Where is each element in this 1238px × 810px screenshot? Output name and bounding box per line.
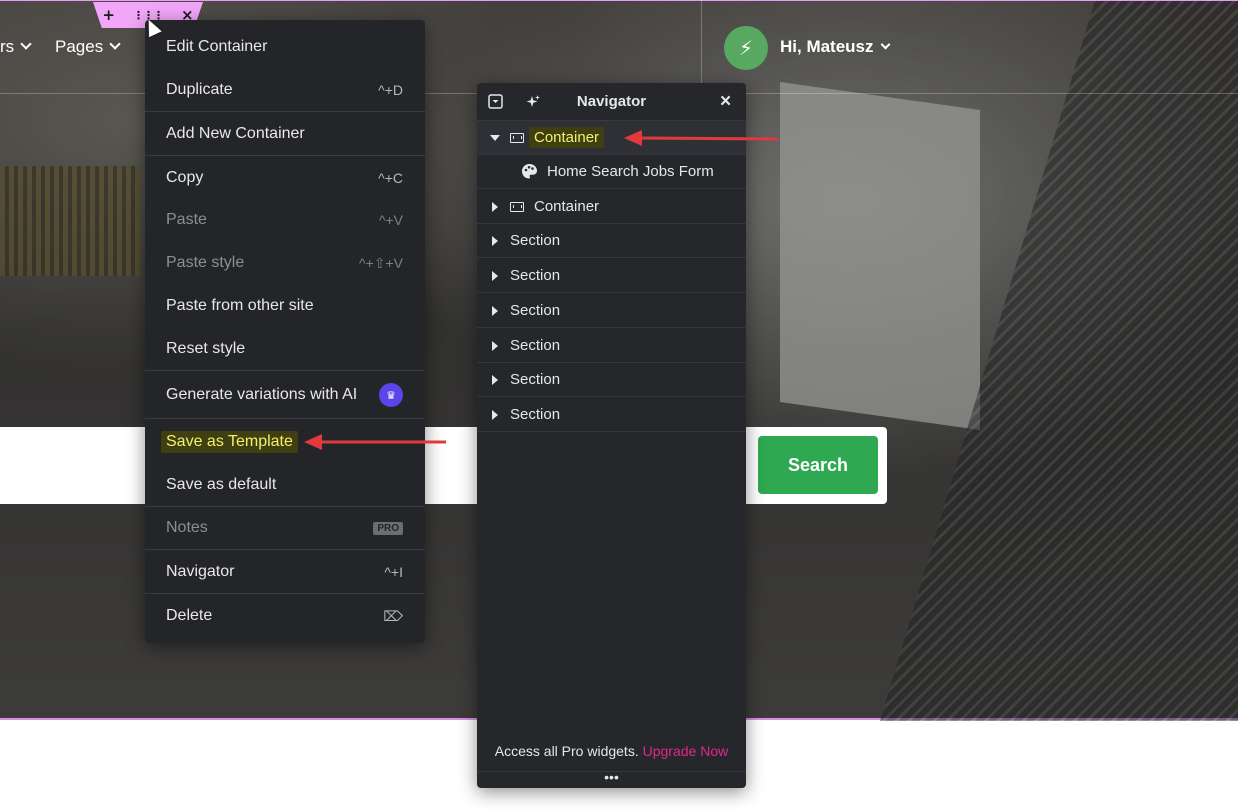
menu-separator: [145, 418, 425, 419]
menu-item-label: Paste from other site: [166, 297, 314, 314]
navigator-row-section[interactable]: Section: [477, 294, 746, 328]
menu-item-shortcut: ^+V: [378, 212, 403, 228]
navigator-row-label: Container: [529, 127, 605, 148]
navigator-row-section[interactable]: Section: [477, 329, 746, 363]
menu-item-duplicate[interactable]: Duplicate ^+D: [145, 79, 425, 101]
menu-item-generate-variations-ai[interactable]: Generate variations with AI ♛: [145, 382, 425, 408]
caret-right-icon[interactable]: [492, 201, 498, 212]
palette-icon: [522, 164, 537, 179]
menu-separator: [145, 370, 425, 371]
caret-right-icon[interactable]: [492, 374, 498, 385]
crown-glyph: ♛: [386, 389, 396, 402]
menu-item-copy[interactable]: Copy ^+C: [145, 167, 425, 189]
upgrade-link[interactable]: Upgrade Now: [643, 743, 729, 759]
navigator-row-label: Section: [510, 267, 561, 284]
user-greeting: Hi, Mateusz: [780, 37, 874, 56]
user-divider: [701, 0, 702, 93]
more-icon[interactable]: •••: [477, 770, 746, 788]
nav-item-pages[interactable]: Pages: [55, 37, 121, 57]
bolt-icon: ⚡: [738, 36, 754, 60]
navigator-row-section[interactable]: Section: [477, 398, 746, 432]
navigator-header: Navigator ×: [477, 83, 746, 121]
navigator-title: Navigator: [576, 93, 647, 110]
annotation-arrow: [304, 434, 446, 450]
menu-item-label: Delete: [166, 607, 213, 624]
menu-item-label: Navigator: [166, 563, 235, 580]
caret-right-icon[interactable]: [492, 409, 498, 420]
container-icon: [510, 132, 524, 143]
menu-item-label: Notes: [166, 519, 208, 536]
menu-item-label: Save as default: [166, 476, 277, 493]
navigator-panel: Navigator × Container Home Search Jobs F…: [477, 83, 746, 788]
annotation-arrow: [624, 130, 779, 146]
menu-item-label: Duplicate: [166, 81, 233, 98]
pro-badge: PRO: [373, 521, 403, 535]
delete-key-icon: ⌦: [383, 607, 403, 624]
crown-icon: ♛: [379, 383, 403, 407]
search-button-label: Search: [787, 454, 849, 475]
navigator-row-label: Section: [510, 232, 561, 249]
nav-item-partial-label: rs: [0, 37, 15, 56]
menu-item-label: Reset style: [166, 340, 246, 357]
caret-right-icon[interactable]: [492, 340, 498, 351]
navigator-row-label: Section: [510, 337, 561, 354]
nav-item-partial[interactable]: rs: [0, 37, 32, 57]
navigator-row-section[interactable]: Section: [477, 259, 746, 293]
menu-item-label: Generate variations with AI: [166, 386, 358, 403]
menu-item-label: Add New Container: [166, 125, 305, 142]
chevron-down-icon: [20, 38, 32, 50]
menu-item-shortcut: ^+⇧+V: [359, 254, 403, 271]
add-icon[interactable]: +: [102, 6, 115, 24]
navigator-row-section[interactable]: Section: [477, 363, 746, 397]
navigator-row-label: Container: [534, 198, 600, 215]
menu-separator: [145, 506, 425, 507]
menu-separator: [145, 549, 425, 550]
menu-item-label: Copy: [166, 169, 204, 186]
chevron-down-icon: [880, 39, 890, 50]
navigator-row-widget[interactable]: Home Search Jobs Form: [477, 155, 746, 189]
menu-item-paste-from-other-site[interactable]: Paste from other site: [145, 295, 425, 317]
menu-separator: [145, 155, 425, 156]
caret-right-icon[interactable]: [492, 305, 498, 316]
menu-item-save-as-default[interactable]: Save as default: [145, 474, 425, 496]
caret-right-icon[interactable]: [492, 235, 498, 246]
navigator-row-label: Section: [510, 406, 561, 423]
close-icon[interactable]: ×: [720, 91, 731, 113]
navigator-row-label: Section: [510, 302, 561, 319]
menu-separator: [145, 593, 425, 594]
menu-separator: [145, 111, 425, 112]
menu-item-shortcut: ^+C: [378, 170, 403, 186]
caret-down-icon[interactable]: [490, 134, 500, 141]
menu-item-notes[interactable]: Notes PRO: [145, 517, 425, 539]
menu-item-shortcut: ^+I: [384, 564, 403, 580]
menu-item-delete[interactable]: Delete ⌦: [145, 605, 425, 627]
navigator-row-label: Home Search Jobs Form: [547, 163, 714, 180]
menu-item-paste[interactable]: Paste ^+V: [145, 209, 425, 231]
menu-item-edit-container[interactable]: Edit Container: [145, 36, 425, 58]
menu-item-navigator[interactable]: Navigator ^+I: [145, 561, 425, 583]
menu-item-reset-style[interactable]: Reset style: [145, 338, 425, 360]
menu-item-add-new-container[interactable]: Add New Container: [145, 123, 425, 145]
upgrade-text: Access all Pro widgets.: [494, 743, 639, 759]
search-button[interactable]: Search: [758, 436, 878, 494]
menu-item-label: Save as Template: [161, 431, 298, 453]
avatar[interactable]: ⚡: [724, 26, 768, 70]
navigator-row-container[interactable]: Container: [477, 190, 746, 224]
navigator-row-label: Section: [510, 371, 561, 388]
menu-item-label: Edit Container: [166, 38, 268, 55]
nav-item-pages-label: Pages: [55, 37, 104, 56]
navigator-footer: Access all Pro widgets. Upgrade Now: [477, 743, 746, 759]
caret-right-icon[interactable]: [492, 270, 498, 281]
context-menu: Edit Container Duplicate ^+D Add New Con…: [145, 20, 425, 643]
chevron-down-icon: [109, 38, 121, 50]
menu-item-shortcut: ^+D: [378, 82, 403, 98]
container-icon: [510, 201, 524, 212]
menu-item-label: Paste: [166, 211, 207, 228]
menu-item-paste-style[interactable]: Paste style ^+⇧+V: [145, 252, 425, 274]
navigator-row-section[interactable]: Section: [477, 224, 746, 258]
user-menu[interactable]: Hi, Mateusz: [780, 37, 890, 57]
menu-item-label: Paste style: [166, 254, 245, 271]
